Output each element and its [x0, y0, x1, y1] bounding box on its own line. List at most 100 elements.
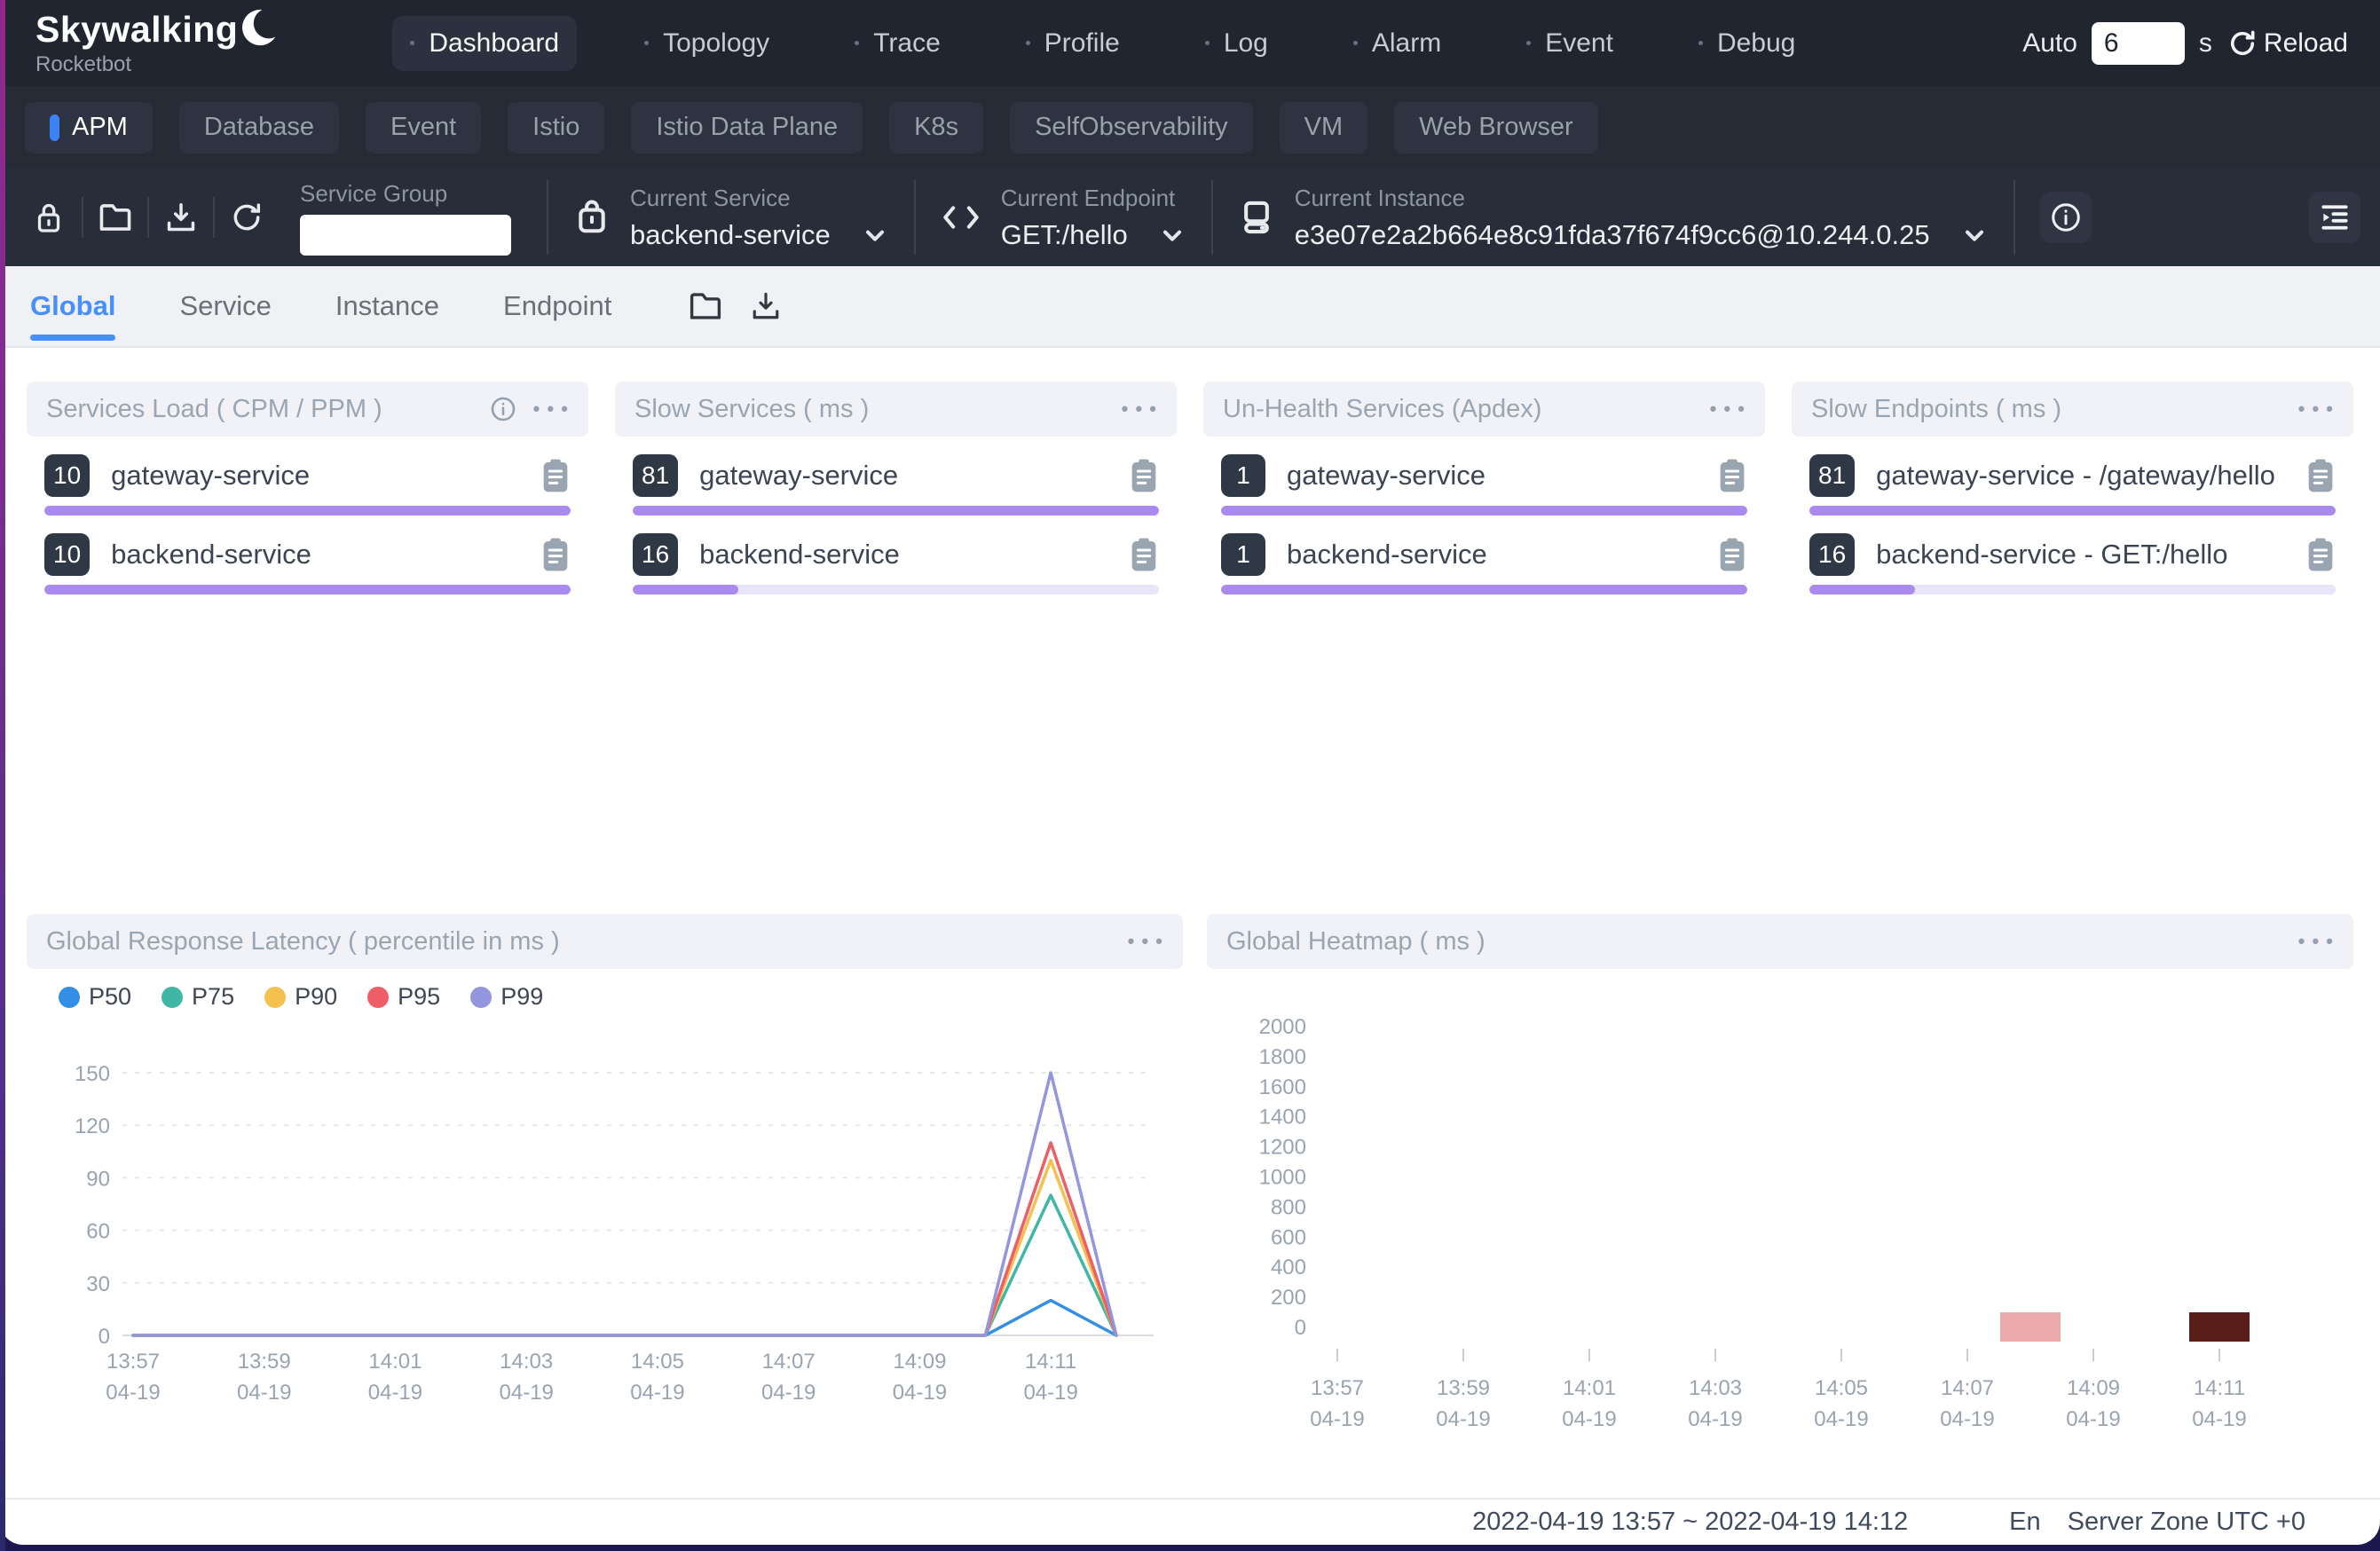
card-menu-button[interactable] — [1710, 398, 1746, 421]
card-header: Un-Health Services (Apdex) — [1203, 382, 1765, 437]
nav-item-topology[interactable]: Topology — [627, 16, 787, 71]
copy-button[interactable] — [1717, 458, 1747, 493]
card-menu-button[interactable] — [1122, 398, 1157, 421]
divider — [2014, 180, 2015, 255]
nav-item-alarm[interactable]: Alarm — [1336, 16, 1459, 71]
layer-tab-vm[interactable]: VM — [1280, 102, 1368, 154]
auto-reload-area: Auto s Reload — [2022, 22, 2348, 65]
copy-button[interactable] — [2305, 458, 2336, 493]
top-navbar: Skywalking Rocketbot Dashboard Topology … — [0, 0, 2380, 86]
table-row[interactable]: 81 gateway-service — [633, 454, 1159, 497]
card-header: Slow Endpoints ( ms ) — [1792, 382, 2353, 437]
svg-text:04-19: 04-19 — [2192, 1407, 2246, 1431]
layer-tab-istio[interactable]: Istio — [508, 102, 604, 154]
nav-item-dashboard[interactable]: Dashboard — [392, 16, 577, 71]
current-instance-label: Current Instance — [1295, 185, 1989, 212]
dashboard-tools — [16, 197, 279, 238]
copy-button[interactable] — [540, 458, 571, 493]
current-service-label: Current Service — [630, 185, 889, 212]
layer-tab-apm[interactable]: APM — [25, 102, 153, 154]
time-range[interactable]: 2022-04-19 13:57 ~ 2022-04-19 14:12 — [1472, 1508, 1908, 1537]
svg-text:600: 600 — [1271, 1225, 1306, 1249]
svg-text:400: 400 — [1271, 1256, 1306, 1279]
heatmap-chart: 020040060080010001200140016001800200013:… — [1207, 1003, 2353, 1504]
table-row[interactable]: 1 backend-service — [1221, 533, 1747, 576]
svg-text:04-19: 04-19 — [1688, 1407, 1742, 1431]
auto-interval-input[interactable] — [2092, 22, 2185, 65]
nav-item-log[interactable]: Log — [1187, 16, 1286, 71]
copy-button[interactable] — [1129, 458, 1159, 493]
layer-tab-database[interactable]: Database — [179, 102, 339, 154]
refresh-button[interactable] — [213, 197, 279, 238]
progress-bar — [1221, 506, 1747, 516]
layer-tab-event[interactable]: Event — [366, 102, 481, 154]
table-row[interactable]: 1 gateway-service — [1221, 454, 1747, 497]
lock-button[interactable] — [16, 197, 82, 238]
layer-tab-istio-data-plane[interactable]: Istio Data Plane — [631, 102, 863, 154]
reload-button[interactable]: Reload — [2226, 28, 2348, 59]
table-row[interactable]: 10 backend-service — [44, 533, 571, 576]
svg-text:14:11: 14:11 — [1025, 1350, 1076, 1374]
clipboard-icon — [1717, 537, 1747, 572]
nav-item-debug[interactable]: Debug — [1681, 16, 1813, 71]
svg-text:60: 60 — [86, 1220, 110, 1244]
dashboard-info-button[interactable] — [2040, 192, 2092, 243]
panel-menu-button[interactable] — [2298, 930, 2334, 953]
card-title: Services Load ( CPM / PPM ) — [46, 395, 382, 424]
layer-tab-k8s[interactable]: K8s — [889, 102, 983, 154]
svg-text:04-19: 04-19 — [368, 1381, 422, 1405]
current-endpoint-selector[interactable]: Current Endpoint GET:/hello — [941, 185, 1186, 251]
nav-dot — [1026, 41, 1030, 45]
copy-button[interactable] — [2305, 537, 2336, 572]
svg-text:30: 30 — [86, 1272, 110, 1296]
svg-text:0: 0 — [99, 1325, 110, 1349]
service-group-label: Service Group — [300, 180, 522, 208]
layer-tab-web-browser[interactable]: Web Browser — [1394, 102, 1598, 154]
info-icon[interactable] — [489, 395, 517, 423]
card-menu-button[interactable] — [533, 398, 569, 421]
svg-text:13:57: 13:57 — [106, 1350, 160, 1374]
service-group-input[interactable] — [300, 215, 511, 256]
folder-button[interactable] — [82, 197, 147, 238]
value-badge: 10 — [44, 454, 90, 497]
layer-tab-selfobservability[interactable]: SelfObservability — [1010, 102, 1253, 154]
tab-endpoint[interactable]: Endpoint — [503, 266, 611, 346]
copy-button[interactable] — [1717, 537, 1747, 572]
panel-menu-button[interactable] — [1128, 930, 1163, 953]
logo-subtitle: Rocketbot — [35, 54, 277, 75]
view-tabbar: Global Service Instance Endpoint — [0, 266, 2380, 348]
nav-dot — [1205, 41, 1210, 45]
card-menu-button[interactable] — [2298, 398, 2334, 421]
current-instance-selector[interactable]: Current Instance e3e07e2a2b664e8c91fda37… — [1238, 185, 1989, 251]
panel-global-heatmap: Global Heatmap ( ms ) 020040060080010001… — [1207, 914, 2353, 1500]
nav-item-event[interactable]: Event — [1509, 16, 1631, 71]
expand-panel-button[interactable] — [2309, 192, 2360, 243]
value-badge: 81 — [1809, 454, 1855, 497]
svg-text:04-19: 04-19 — [2066, 1407, 2120, 1431]
current-service-selector[interactable]: Current Service backend-service — [573, 185, 889, 251]
copy-button[interactable] — [540, 537, 571, 572]
svg-text:04-19: 04-19 — [1562, 1407, 1616, 1431]
svg-text:14:01: 14:01 — [368, 1350, 422, 1374]
tab-service[interactable]: Service — [179, 266, 271, 346]
table-row[interactable]: 10 gateway-service — [44, 454, 571, 497]
current-endpoint-label: Current Endpoint — [1001, 185, 1186, 212]
tab-global[interactable]: Global — [30, 266, 115, 346]
service-name: gateway-service — [699, 460, 898, 492]
tab-folder-button[interactable] — [688, 291, 723, 321]
table-row[interactable]: 16 backend-service - GET:/hello — [1809, 533, 2336, 576]
table-row[interactable]: 16 backend-service — [633, 533, 1159, 576]
tab-export-button[interactable] — [750, 290, 782, 322]
language-toggle[interactable]: En — [2009, 1508, 2040, 1537]
copy-button[interactable] — [1129, 537, 1159, 572]
nav-item-trace[interactable]: Trace — [837, 16, 958, 71]
export-button[interactable] — [147, 197, 213, 238]
nav-dot — [644, 41, 649, 45]
nav-dot — [410, 41, 414, 45]
charts-row: Global Response Latency ( percentile in … — [27, 914, 2353, 1500]
nav-item-profile[interactable]: Profile — [1008, 16, 1138, 71]
progress-bar — [1809, 506, 2336, 516]
table-row[interactable]: 81 gateway-service - /gateway/hello — [1809, 454, 2336, 497]
main-nav: Dashboard Topology Trace Profile Log Ala… — [392, 16, 1813, 71]
tab-instance[interactable]: Instance — [335, 266, 439, 346]
